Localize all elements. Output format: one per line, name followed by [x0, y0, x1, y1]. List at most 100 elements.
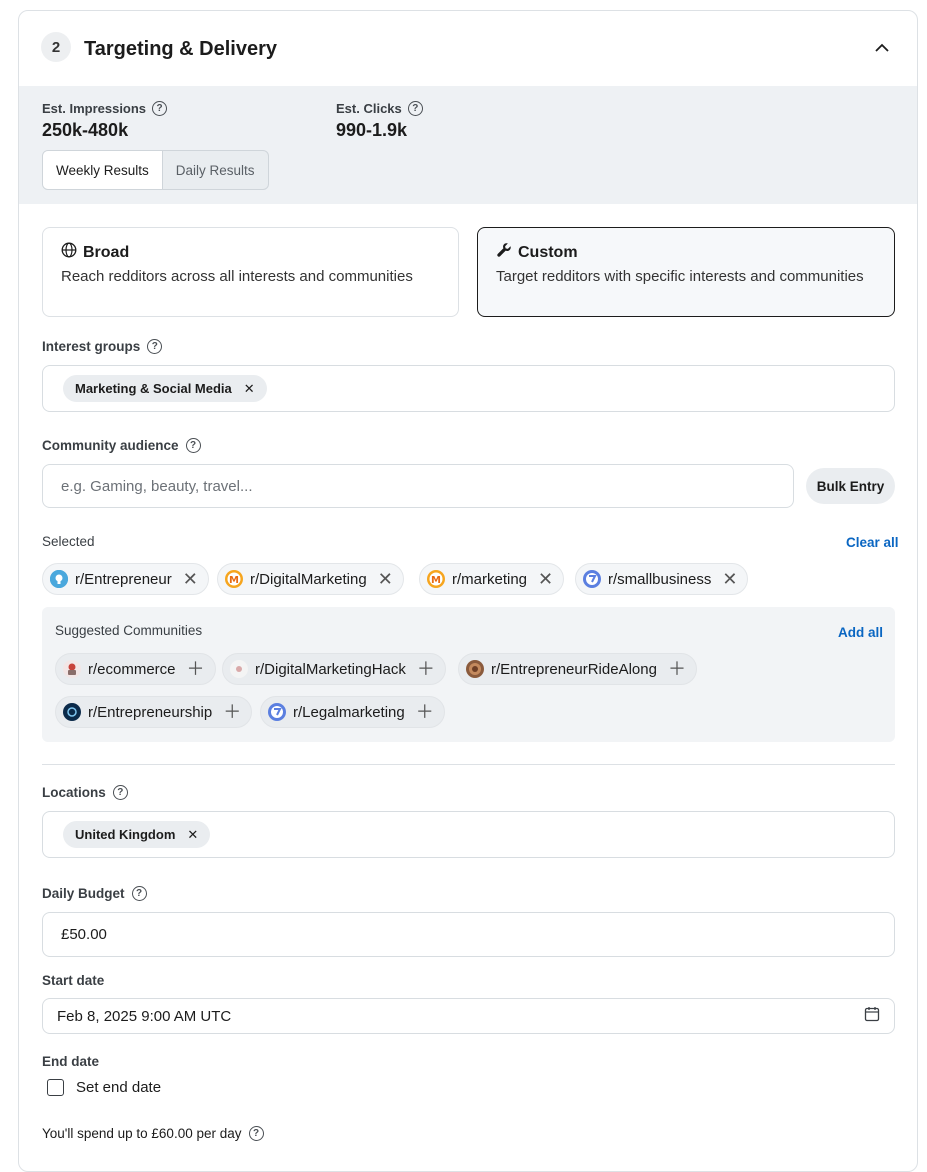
selected-label: Selected: [42, 534, 95, 549]
locations-label-text: Locations: [42, 785, 106, 800]
help-icon[interactable]: ?: [185, 438, 201, 453]
interest-groups-field[interactable]: Marketing & Social Media ✕: [42, 365, 895, 412]
locations-label: Locations?: [42, 785, 128, 800]
community-name: r/Entrepreneurship: [88, 703, 213, 721]
add-icon[interactable]: ＋: [668, 660, 686, 678]
suggested-community-pill[interactable]: r/DigitalMarketingHack ＋: [222, 653, 446, 685]
add-icon[interactable]: ＋: [223, 703, 241, 721]
clear-all-link[interactable]: Clear all: [846, 535, 899, 550]
community-audience-label: Community audience?: [42, 438, 201, 453]
spend-note: You'll spend up to £60.00 per day?: [42, 1126, 264, 1141]
community-name: r/smallbusiness: [608, 570, 712, 588]
community-name: r/Entrepreneur: [75, 570, 172, 588]
community-avatar-icon: M: [225, 570, 243, 588]
interest-groups-label: Interest groups?: [42, 339, 163, 354]
bulk-entry-button[interactable]: Bulk Entry: [806, 468, 895, 504]
community-name: r/DigitalMarketingHack: [255, 660, 406, 678]
community-search-placeholder: e.g. Gaming, beauty, travel...: [61, 477, 253, 495]
daily-budget-label: Daily Budget?: [42, 886, 147, 901]
remove-icon[interactable]: ✕: [183, 570, 198, 588]
step-number-badge: 2: [41, 32, 71, 62]
community-avatar-icon: [63, 660, 81, 678]
suggested-community-pill[interactable]: r/EntrepreneurRideAlong ＋: [458, 653, 697, 685]
section-divider: [42, 764, 895, 765]
section-title: Targeting & Delivery: [84, 38, 278, 60]
help-icon[interactable]: ?: [248, 1126, 264, 1141]
selected-community-pill: r/Entrepreneur ✕: [42, 563, 209, 595]
selected-community-pill: M r/marketing ✕: [419, 563, 565, 595]
interest-groups-label-text: Interest groups: [42, 339, 141, 354]
community-avatar-icon: [230, 660, 248, 678]
interest-chip: Marketing & Social Media ✕: [63, 375, 267, 402]
svg-text:M: M: [229, 575, 239, 586]
add-icon[interactable]: ＋: [187, 660, 205, 678]
suggested-community-pill[interactable]: r/Legalmarketing ＋: [260, 696, 445, 728]
globe-icon: [61, 242, 77, 263]
add-icon[interactable]: ＋: [417, 660, 435, 678]
selected-community-pill: M r/DigitalMarketing ✕: [217, 563, 404, 595]
start-date-label: Start date: [42, 973, 105, 988]
est-impressions-label: Est. Impressions: [42, 101, 147, 116]
community-name: r/Legalmarketing: [293, 703, 405, 721]
community-audience-label-text: Community audience: [42, 438, 179, 453]
suggested-community-pill[interactable]: r/ecommerce ＋: [55, 653, 216, 685]
collapse-chevron-up-icon[interactable]: [874, 41, 890, 53]
set-end-date-row: Set end date: [47, 1079, 161, 1096]
estimates-strip: Est. Impressions? 250k-480k Est. Clicks?…: [19, 86, 917, 204]
remove-icon[interactable]: ✕: [244, 381, 255, 397]
help-icon[interactable]: ?: [407, 101, 423, 116]
help-icon[interactable]: ?: [131, 886, 147, 901]
remove-icon[interactable]: ✕: [538, 570, 553, 588]
suggested-communities-label: Suggested Communities: [55, 623, 203, 638]
community-avatar-icon: M: [427, 570, 445, 588]
add-all-link[interactable]: Add all: [838, 625, 883, 640]
help-icon[interactable]: ?: [112, 785, 128, 800]
interest-chip-label: Marketing & Social Media: [75, 381, 232, 396]
selected-community-pill: r/smallbusiness ✕: [575, 563, 749, 595]
location-chip: United Kingdom ✕: [63, 821, 211, 848]
broad-description: Reach redditors across all interests and…: [61, 268, 413, 285]
community-name: r/EntrepreneurRideAlong: [491, 660, 657, 678]
help-icon[interactable]: ?: [152, 101, 168, 116]
spend-note-text: You'll spend up to £60.00 per day: [42, 1126, 242, 1141]
daily-budget-value: £50.00: [61, 926, 107, 943]
remove-icon[interactable]: ✕: [187, 827, 198, 843]
location-chip-label: United Kingdom: [75, 827, 176, 842]
end-date-label: End date: [42, 1054, 100, 1069]
est-clicks-value: 990-1.9k: [336, 120, 408, 140]
remove-icon[interactable]: ✕: [378, 570, 393, 588]
tab-daily-results[interactable]: Daily Results: [163, 151, 268, 189]
tab-weekly-results[interactable]: Weekly Results: [43, 151, 163, 189]
wrench-icon: [496, 242, 512, 263]
community-avatar-icon: [63, 703, 81, 721]
custom-targeting-card[interactable]: Custom Target redditors with specific in…: [477, 227, 895, 317]
broad-title: Broad: [83, 243, 130, 261]
start-date-value: Feb 8, 2025 9:00 AM UTC: [57, 1007, 232, 1025]
calendar-icon[interactable]: [864, 1006, 880, 1027]
remove-icon[interactable]: ✕: [722, 570, 737, 588]
community-avatar-icon: [50, 570, 68, 588]
targeting-delivery-panel: 2 Targeting & Delivery Est. Impressions?…: [18, 10, 918, 1172]
help-icon[interactable]: ?: [147, 339, 163, 354]
svg-text:M: M: [431, 575, 441, 586]
locations-field[interactable]: United Kingdom ✕: [42, 811, 895, 858]
broad-targeting-card[interactable]: Broad Reach redditors across all interes…: [42, 227, 459, 317]
est-impressions: Est. Impressions? 250k-480k: [42, 101, 168, 141]
community-search-input[interactable]: e.g. Gaming, beauty, travel...: [42, 464, 794, 508]
suggested-communities-box: Suggested Communities Add all r/ecommerc…: [42, 607, 895, 742]
suggested-community-pill[interactable]: r/Entrepreneurship ＋: [55, 696, 253, 728]
community-avatar-icon: [268, 703, 286, 721]
add-icon[interactable]: ＋: [416, 703, 434, 721]
est-clicks-label: Est. Clicks: [336, 101, 402, 116]
set-end-date-label: Set end date: [76, 1079, 162, 1096]
daily-budget-input[interactable]: £50.00: [42, 912, 895, 957]
community-avatar-icon: [466, 660, 484, 678]
results-toggle: Weekly Results Daily Results: [42, 150, 269, 190]
start-date-input[interactable]: Feb 8, 2025 9:00 AM UTC: [42, 998, 895, 1034]
community-avatar-icon: [583, 570, 601, 588]
est-impressions-value: 250k-480k: [42, 120, 129, 140]
set-end-date-checkbox[interactable]: [47, 1079, 64, 1096]
daily-budget-label-text: Daily Budget: [42, 886, 125, 901]
custom-description: Target redditors with specific interests…: [496, 268, 864, 285]
custom-title: Custom: [518, 243, 578, 261]
